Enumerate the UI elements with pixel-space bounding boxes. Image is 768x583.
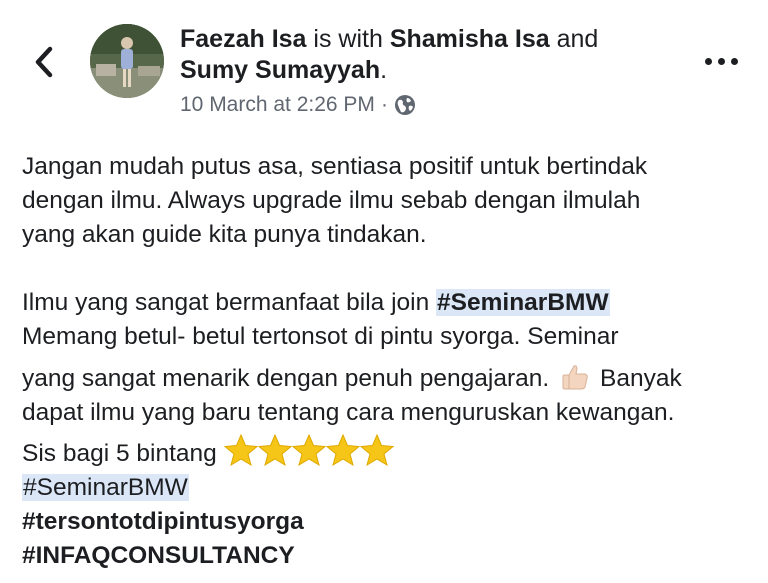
text-line: Sis bagi 5 bintang — [22, 434, 752, 471]
post-header: Faezah Isa is with Shamisha Isa and Sumy… — [180, 24, 680, 118]
text-line: dapat ilmu yang baru tentang cara mengur… — [22, 399, 675, 426]
hashtag-link[interactable]: #tersontotdipintusyorga — [22, 505, 752, 539]
text-line: Memang betul- betul tertonsot di pintu s… — [22, 323, 619, 350]
with-text: is with — [313, 25, 383, 53]
text-line: Ilmu yang sangat bermanfaat bila join #S… — [22, 286, 752, 320]
text-segment: Ilmu yang sangat bermanfaat bila join — [22, 289, 437, 316]
text-line: yang sangat menarik dengan penuh pengaja… — [22, 362, 752, 396]
period-text: . — [380, 56, 388, 84]
paragraph-1: Jangan mudah putus asa, sentiasa positif… — [22, 150, 752, 252]
more-dot — [731, 58, 738, 65]
star-icon — [257, 434, 292, 466]
text-line: Jangan mudah putus asa, sentiasa positif… — [22, 153, 648, 180]
more-options-button[interactable] — [701, 54, 742, 69]
star-icon — [291, 434, 326, 466]
post-meta: 10 March at 2:26 PM · — [180, 92, 680, 118]
text-segment: Sis bagi 5 bintang — [22, 440, 217, 467]
avatar-photo — [90, 24, 164, 98]
author-name[interactable]: Faezah Isa — [180, 25, 306, 53]
chevron-left-icon — [35, 46, 53, 78]
avatar[interactable] — [90, 24, 164, 98]
hashtag-link[interactable]: #INFAQCONSULTANCY — [22, 539, 752, 573]
hashtag-link[interactable]: #SeminarBMW — [22, 474, 189, 501]
text-line: #SeminarBMW — [22, 471, 752, 505]
timestamp[interactable]: 10 March at 2:26 PM — [180, 92, 375, 118]
star-icon — [325, 434, 360, 466]
post-page: Faezah Isa is with Shamisha Isa and Sumy… — [0, 0, 768, 583]
author-line: Faezah Isa is with Shamisha Isa and Sumy… — [180, 24, 680, 86]
more-dot — [718, 58, 725, 65]
hashtag-link[interactable]: #SeminarBMW — [436, 289, 610, 316]
paragraph-2: Ilmu yang sangat bermanfaat bila join #S… — [22, 286, 752, 573]
thumbs-up-icon — [562, 365, 588, 390]
text-segment: Banyak — [599, 365, 682, 392]
star-icon — [359, 434, 394, 466]
tagged-user-2[interactable]: Sumy Sumayyah — [180, 56, 380, 84]
globe-icon — [394, 95, 415, 115]
star-rating — [223, 434, 394, 467]
star-icon — [223, 434, 258, 466]
text-line: yang akan guide kita punya tindakan. — [22, 221, 427, 248]
back-button[interactable] — [26, 42, 62, 82]
and-text: and — [556, 25, 599, 53]
more-dot — [705, 58, 712, 65]
text-segment: yang sangat menarik dengan penuh pengaja… — [22, 365, 550, 392]
tagged-user-1[interactable]: Shamisha Isa — [390, 25, 550, 53]
text-line: dengan ilmu. Always upgrade ilmu sebab d… — [22, 187, 641, 214]
meta-separator: · — [380, 93, 388, 116]
post-body: Jangan mudah putus asa, sentiasa positif… — [22, 150, 752, 573]
